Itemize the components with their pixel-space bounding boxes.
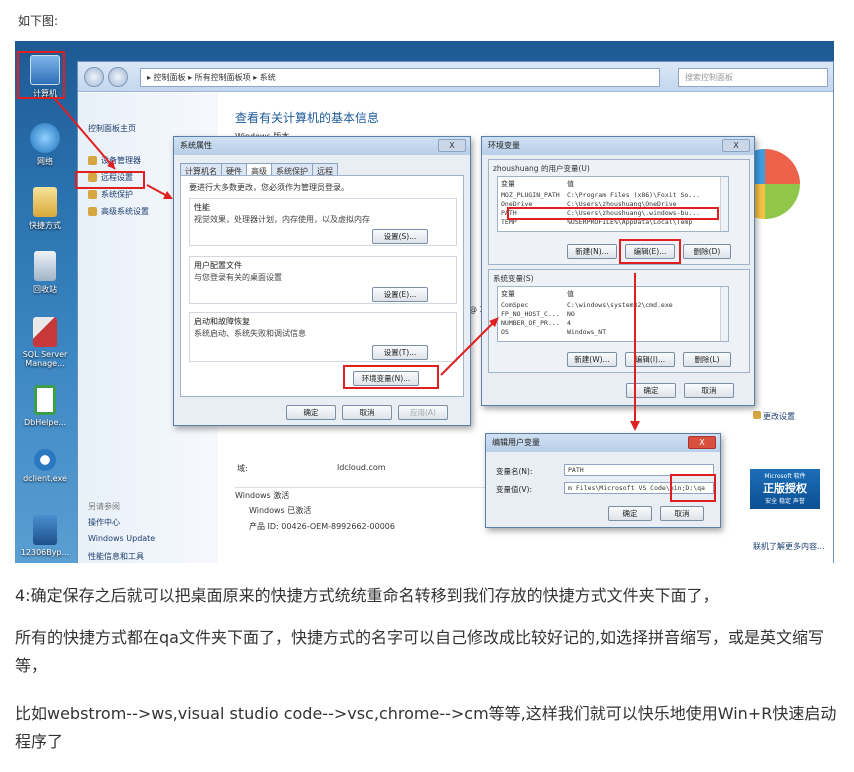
screenshot: 计算机 网络 快捷方式 回收站 SQL Server Manage... DbH… <box>15 41 834 563</box>
paragraph: 所有的快捷方式都在qa文件夹下面了，快捷方式的名字可以自己修改成比较好记的,如选… <box>15 628 825 675</box>
intro-text: 如下图: <box>18 14 59 28</box>
paragraph: 比如webstrom-->ws,visual studio code-->vsc… <box>15 704 837 751</box>
annotation-arrows <box>54 98 640 431</box>
paragraph: 4:确定保存之后就可以把桌面原来的快捷方式统统重命名转移到我们存放的快捷方式文件… <box>15 586 719 605</box>
